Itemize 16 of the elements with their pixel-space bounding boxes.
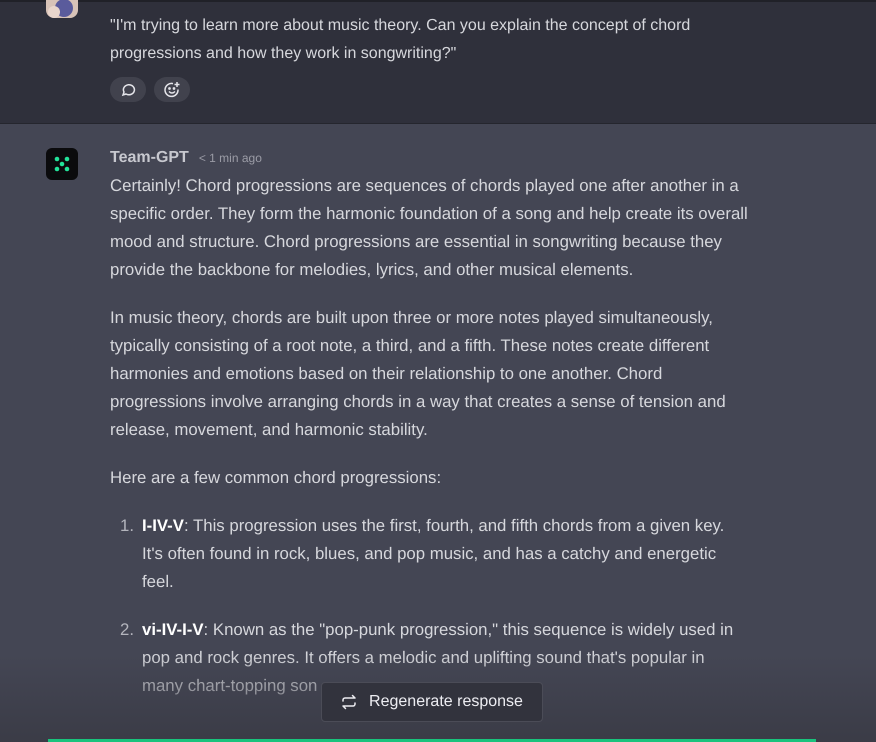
author-name: Team-GPT bbox=[110, 148, 189, 168]
timestamp: < 1 min ago bbox=[198, 150, 262, 167]
user-message: "I'm trying to learn more about music theory. Can you explain the concept of chord progressions and how they work in songwriting?" bbox=[110, 16, 692, 64]
list-item-text: I-IV-V: This progression uses the first, fourth, and fifth chords from a given key. It's often found in rock, blues, and pop music, and has a catchy and energetic feel. bbox=[142, 515, 726, 593]
list-number: 1. bbox=[119, 515, 135, 537]
add-emoji-icon bbox=[163, 80, 181, 98]
speech-bubble-icon bbox=[120, 82, 136, 98]
regenerate-response-button[interactable]: Regenerate response bbox=[321, 682, 543, 722]
comment-button[interactable] bbox=[110, 77, 146, 102]
refresh-icon bbox=[341, 694, 358, 710]
add-reaction-button[interactable] bbox=[154, 77, 190, 102]
list-number: 2. bbox=[119, 619, 135, 641]
response-paragraph: Here are a few common chord progressions: bbox=[110, 467, 442, 489]
response-paragraph: Certainly! Chord progressions are sequences of chords played one after another in a specific order. They form the harmonic foundation of a song and help create its overall mood and structure. Chord progressions are essential in songwriting because they provide the backbone for melodies, lyrics, and other musical elements. bbox=[110, 175, 749, 281]
logo-icon bbox=[46, 148, 78, 180]
response-paragraph: In music theory, chords are built upon three or more notes played simultaneously, typically consisting of a root note, a third, and a fifth. These notes create different harmonies and emotions based on their relationship to one another. Chord progressions involve arranging chords in a way that creates a sense of tension and release, movement, and harmonic stability. bbox=[110, 307, 727, 441]
